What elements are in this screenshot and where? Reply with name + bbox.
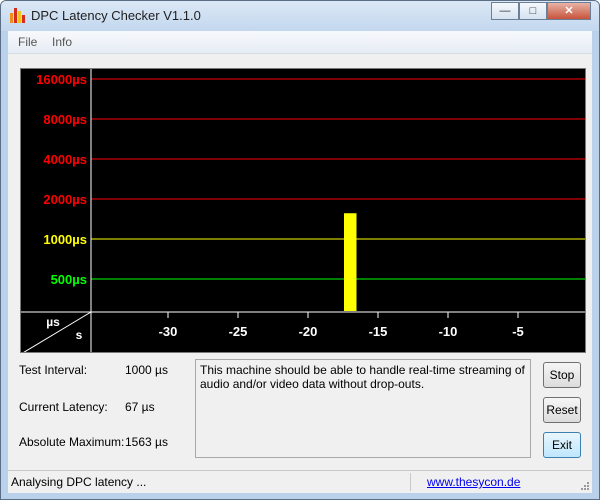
status-text: Analysing DPC latency ... (11, 475, 147, 489)
corner-unit-s: s (76, 328, 83, 342)
x-tick-label: -10 (439, 324, 458, 339)
status-bar: Analysing DPC latency ... www.thesycon.d… (8, 470, 592, 493)
maximize-icon[interactable]: □ (519, 2, 547, 20)
menu-info[interactable]: Info (52, 35, 72, 49)
absolute-max-value: 1563 µs (125, 435, 168, 449)
x-tick-label: -25 (229, 324, 248, 339)
latency-graph: 16000µs 8000µs 4000µs 2000µs 1000µs 500µs µs s -… (20, 68, 586, 353)
y-tick-label: 4000µs (43, 152, 87, 167)
y-tick-label: 1000µs (43, 232, 87, 247)
menu-bar: File Info (8, 31, 592, 54)
x-tick-label: -30 (159, 324, 178, 339)
status-message-box: This machine should be able to handle re… (195, 359, 531, 458)
stop-button[interactable]: Stop (543, 362, 581, 388)
current-latency-value: 67 µs (125, 400, 155, 414)
app-icon (9, 7, 25, 23)
corner-unit-us: µs (46, 315, 60, 329)
menu-file[interactable]: File (18, 35, 37, 49)
y-tick-label: 16000µs (36, 72, 87, 87)
test-interval-label: Test Interval: (19, 363, 88, 377)
minimize-icon[interactable]: — (491, 2, 519, 20)
x-tick-label: -5 (512, 324, 524, 339)
window-title: DPC Latency Checker V1.1.0 (31, 8, 201, 23)
exit-button[interactable]: Exit (543, 432, 581, 458)
x-tick-label: -20 (299, 324, 318, 339)
resize-grip-icon[interactable] (580, 481, 590, 491)
app-window: DPC Latency Checker V1.1.0 — □ ✕ File In… (0, 0, 600, 500)
client-area: File Info 16000µs 8000µs 4000µs 2000µs 1000µ… (8, 31, 592, 493)
title-bar: DPC Latency Checker V1.1.0 — □ ✕ (1, 1, 599, 31)
y-tick-label: 500µs (51, 272, 87, 287)
reset-button[interactable]: Reset (543, 397, 581, 423)
website-link[interactable]: www.thesycon.de (427, 475, 520, 489)
latency-chart-svg: 16000µs 8000µs 4000µs 2000µs 1000µs 500µs µs s -… (21, 69, 585, 352)
y-tick-label: 8000µs (43, 112, 87, 127)
test-interval-value: 1000 µs (125, 363, 168, 377)
latency-bar (344, 213, 357, 311)
y-tick-label: 2000µs (43, 192, 87, 207)
absolute-max-label: Absolute Maximum: (19, 435, 125, 449)
current-latency-label: Current Latency: (19, 400, 108, 414)
x-tick-label: -15 (369, 324, 388, 339)
close-icon[interactable]: ✕ (547, 2, 591, 20)
status-divider (410, 473, 411, 491)
